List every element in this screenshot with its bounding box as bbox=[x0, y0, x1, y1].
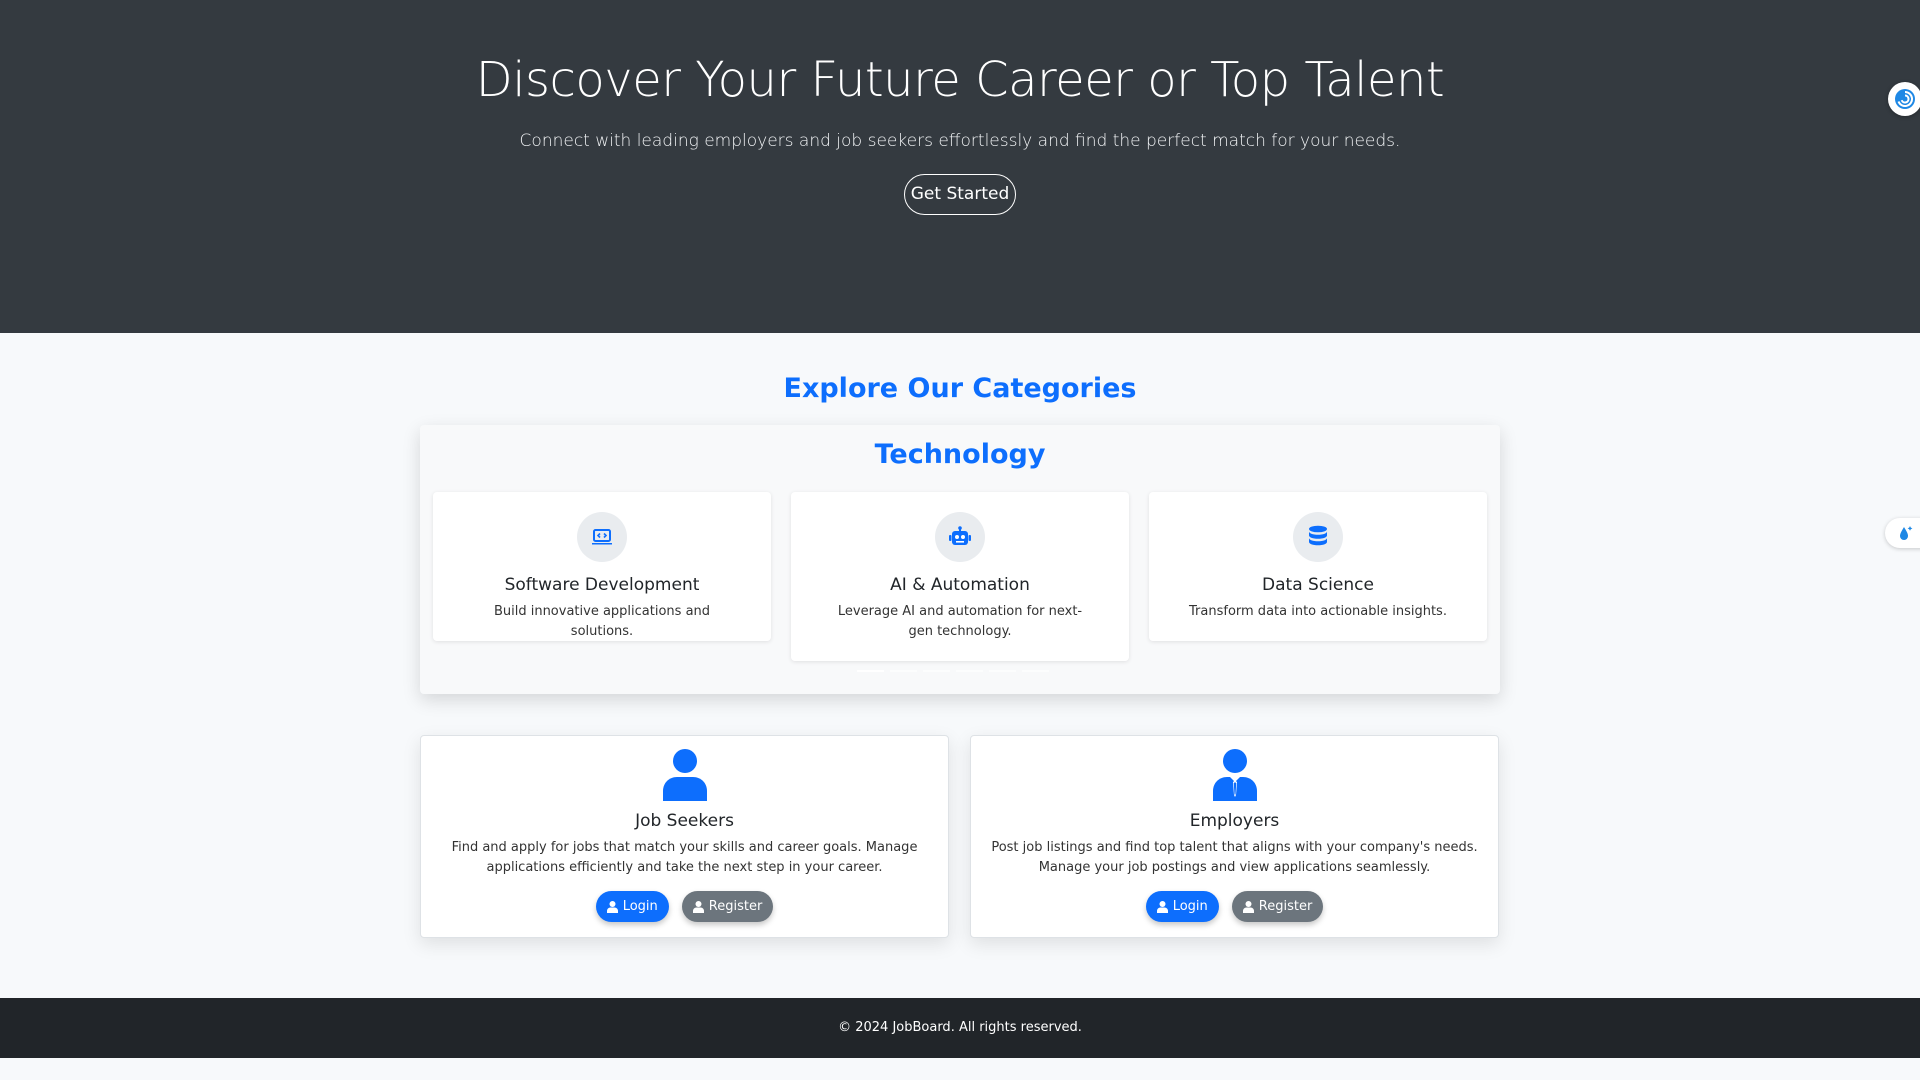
swirl-widget-button[interactable] bbox=[1888, 82, 1920, 116]
carousel-indicator[interactable] bbox=[956, 670, 983, 672]
category-card-data-science[interactable]: Data Science Transform data into actiona… bbox=[1149, 492, 1487, 641]
user-icon bbox=[692, 900, 704, 913]
footer-copyright: © 2024 JobBoard. All rights reserved. bbox=[838, 1020, 1082, 1035]
user-tie-icon bbox=[1210, 749, 1260, 801]
employers-card: Employers Post job listings and find top… bbox=[970, 735, 1499, 938]
hero-title: Discover Your Future Career or Top Talen… bbox=[475, 52, 1445, 108]
hero-section: Discover Your Future Career or Top Talen… bbox=[0, 0, 1920, 333]
water-drop-icon bbox=[1900, 526, 1913, 540]
audience-description: Post job listings and find top talent th… bbox=[991, 840, 1478, 875]
footer: © 2024 JobBoard. All rights reserved. bbox=[0, 998, 1920, 1058]
audience-description: Find and apply for jobs that match your … bbox=[451, 840, 918, 875]
get-started-button[interactable]: Get Started bbox=[904, 174, 1016, 215]
section-title: Explore Our Categories bbox=[783, 373, 1137, 404]
category-card-software-development[interactable]: Software Development Build innovative ap… bbox=[433, 492, 771, 641]
register-label: Register bbox=[1258, 899, 1313, 914]
audience-title: Employers bbox=[1189, 811, 1280, 831]
user-icon bbox=[1242, 900, 1254, 913]
job-seekers-card: Job Seekers Find and apply for jobs that… bbox=[420, 735, 949, 938]
category-card-ai-automation[interactable]: AI & Automation Leverage AI and automati… bbox=[791, 492, 1129, 661]
user-icon bbox=[606, 900, 618, 913]
database-icon bbox=[1293, 512, 1343, 562]
job-seeker-login-button[interactable]: Login bbox=[595, 891, 669, 922]
login-label: Login bbox=[1172, 899, 1208, 914]
laptop-code-icon bbox=[577, 512, 627, 562]
category-description: Build innovative applications and soluti… bbox=[493, 604, 711, 639]
drop-widget-button[interactable] bbox=[1885, 518, 1920, 548]
swirl-icon bbox=[1895, 89, 1915, 109]
category-description: Leverage AI and automation for next-gen … bbox=[837, 604, 1083, 639]
category-name: Software Development bbox=[504, 575, 700, 595]
user-icon bbox=[1156, 900, 1168, 913]
register-label: Register bbox=[708, 899, 763, 914]
carousel-indicator[interactable] bbox=[923, 670, 950, 672]
carousel-indicators bbox=[857, 670, 1049, 672]
category-name: AI & Automation bbox=[890, 575, 1030, 595]
carousel-indicator[interactable] bbox=[989, 670, 1016, 672]
login-label: Login bbox=[622, 899, 658, 914]
employer-register-button[interactable]: Register bbox=[1231, 891, 1324, 922]
hero-subtitle: Connect with leading employers and job s… bbox=[519, 131, 1401, 151]
category-carousel: Technology Software Development Build in… bbox=[420, 425, 1500, 694]
user-icon bbox=[660, 749, 710, 801]
audience-title: Job Seekers bbox=[635, 811, 734, 831]
carousel-indicator[interactable] bbox=[890, 670, 917, 672]
category-group-title: Technology bbox=[874, 439, 1046, 470]
category-name: Data Science bbox=[1262, 575, 1374, 595]
category-description: Transform data into actionable insights. bbox=[1189, 604, 1447, 619]
carousel-indicator[interactable] bbox=[1022, 670, 1049, 672]
job-seeker-register-button[interactable]: Register bbox=[681, 891, 774, 922]
robot-icon bbox=[935, 512, 985, 562]
employer-login-button[interactable]: Login bbox=[1145, 891, 1219, 922]
carousel-indicator[interactable] bbox=[857, 670, 884, 672]
